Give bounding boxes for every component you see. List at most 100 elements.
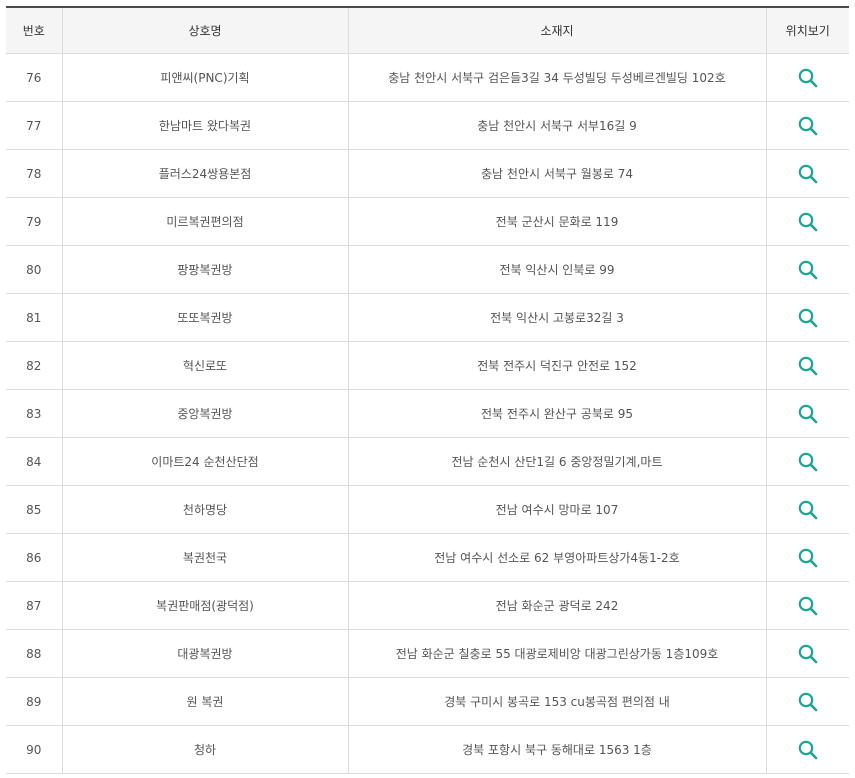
cell-no: 76 xyxy=(6,53,62,102)
cell-address: 충남 천안시 서북구 검은들3길 34 두성빌딩 두성베르겐빌딩 102호 xyxy=(347,53,766,102)
view-location-button[interactable] xyxy=(797,643,819,665)
cell-no: 83 xyxy=(6,389,62,438)
table-row: 76 피앤씨(PNC)기획 충남 천안시 서북구 검은들3길 34 두성빌딩 두성베… xyxy=(6,53,849,102)
search-icon[interactable] xyxy=(797,739,819,761)
cell-no: 78 xyxy=(6,149,62,198)
table-row: 78 플러스24쌍용본점 충남 천안시 서북구 월봉로 74 xyxy=(6,149,849,198)
cell-map xyxy=(765,149,849,198)
store-list-table: 번호 상호명 소재지 위치보기 76 피앤씨(PNC)기획 충남 천안시 서북구 검… xyxy=(6,6,849,774)
view-location-button[interactable] xyxy=(797,355,819,377)
cell-address: 전남 화순군 칠충로 55 대광로제비앙 대광그린상가동 1층109호 xyxy=(347,629,766,678)
table-row: 85 천하명당 전남 여수시 망마로 107 xyxy=(6,485,849,534)
table-row: 89 원 복권 경북 구미시 봉곡로 153 cu봉곡점 편의점 내 xyxy=(6,677,849,726)
search-icon[interactable] xyxy=(797,451,819,473)
search-icon[interactable] xyxy=(797,307,819,329)
table-row: 80 팡팡복권방 전북 익산시 인북로 99 xyxy=(6,245,849,294)
view-location-button[interactable] xyxy=(797,691,819,713)
header-name: 상호명 xyxy=(61,7,348,54)
cell-map xyxy=(765,53,849,102)
cell-no: 82 xyxy=(6,341,62,390)
table-row: 86 복권천국 전남 여수시 선소로 62 부영아파트상가4동1-2호 xyxy=(6,533,849,582)
table-row: 84 이마트24 순천산단점 전남 순천시 산단1길 6 중앙정밀기계,마트 xyxy=(6,437,849,486)
cell-store-name: 복권천국 xyxy=(61,533,348,582)
cell-map xyxy=(765,293,849,342)
cell-map xyxy=(765,725,849,774)
cell-store-name: 중앙복권방 xyxy=(61,389,348,438)
search-icon[interactable] xyxy=(797,355,819,377)
view-location-button[interactable] xyxy=(797,163,819,185)
search-icon[interactable] xyxy=(797,163,819,185)
search-icon[interactable] xyxy=(797,211,819,233)
table-header: 번호 상호명 소재지 위치보기 xyxy=(6,7,849,54)
cell-store-name: 또또복권방 xyxy=(61,293,348,342)
cell-store-name: 팡팡복권방 xyxy=(61,245,348,294)
cell-no: 79 xyxy=(6,197,62,246)
cell-store-name: 피앤씨(PNC)기획 xyxy=(61,53,348,102)
search-icon[interactable] xyxy=(797,115,819,137)
cell-map xyxy=(765,245,849,294)
search-icon[interactable] xyxy=(797,643,819,665)
view-location-button[interactable] xyxy=(797,499,819,521)
table-row: 83 중앙복권방 전북 전주시 완산구 공북로 95 xyxy=(6,389,849,438)
header-map: 위치보기 xyxy=(765,7,849,54)
header-address: 소재지 xyxy=(347,7,766,54)
cell-address: 전북 익산시 인북로 99 xyxy=(347,245,766,294)
view-location-button[interactable] xyxy=(797,259,819,281)
cell-map xyxy=(765,533,849,582)
view-location-button[interactable] xyxy=(797,67,819,89)
search-icon[interactable] xyxy=(797,595,819,617)
cell-map xyxy=(765,389,849,438)
table-row: 79 미르복권편의점 전북 군산시 문화로 119 xyxy=(6,197,849,246)
cell-no: 87 xyxy=(6,581,62,630)
cell-map xyxy=(765,581,849,630)
view-location-button[interactable] xyxy=(797,595,819,617)
search-icon[interactable] xyxy=(797,499,819,521)
view-location-button[interactable] xyxy=(797,403,819,425)
header-row: 번호 상호명 소재지 위치보기 xyxy=(6,7,849,54)
cell-address: 전북 전주시 덕진구 안전로 152 xyxy=(347,341,766,390)
search-icon[interactable] xyxy=(797,691,819,713)
cell-store-name: 이마트24 순천산단점 xyxy=(61,437,348,486)
view-location-button[interactable] xyxy=(797,211,819,233)
cell-store-name: 한남마트 왔다복권 xyxy=(61,101,348,150)
cell-no: 89 xyxy=(6,677,62,726)
table-row: 87 복권판매점(광덕점) 전남 화순군 광덕로 242 xyxy=(6,581,849,630)
view-location-button[interactable] xyxy=(797,115,819,137)
search-icon[interactable] xyxy=(797,403,819,425)
view-location-button[interactable] xyxy=(797,451,819,473)
cell-no: 80 xyxy=(6,245,62,294)
search-icon[interactable] xyxy=(797,547,819,569)
table-row: 90 청하 경북 포항시 북구 동해대로 1563 1층 xyxy=(6,725,849,774)
cell-address: 경북 구미시 봉곡로 153 cu봉곡점 편의점 내 xyxy=(347,677,766,726)
header-no: 번호 xyxy=(6,7,62,54)
cell-address: 전남 여수시 선소로 62 부영아파트상가4동1-2호 xyxy=(347,533,766,582)
cell-map xyxy=(765,101,849,150)
table-row: 81 또또복권방 전북 익산시 고봉로32길 3 xyxy=(6,293,849,342)
cell-store-name: 복권판매점(광덕점) xyxy=(61,581,348,630)
cell-map xyxy=(765,437,849,486)
cell-no: 88 xyxy=(6,629,62,678)
cell-store-name: 천하명당 xyxy=(61,485,348,534)
view-location-button[interactable] xyxy=(797,547,819,569)
cell-map xyxy=(765,341,849,390)
search-icon[interactable] xyxy=(797,67,819,89)
cell-store-name: 미르복권편의점 xyxy=(61,197,348,246)
cell-address: 경북 포항시 북구 동해대로 1563 1층 xyxy=(347,725,766,774)
cell-no: 85 xyxy=(6,485,62,534)
cell-store-name: 플러스24쌍용본점 xyxy=(61,149,348,198)
cell-store-name: 혁신로또 xyxy=(61,341,348,390)
search-icon[interactable] xyxy=(797,259,819,281)
cell-store-name: 원 복권 xyxy=(61,677,348,726)
cell-no: 90 xyxy=(6,725,62,774)
cell-address: 전남 순천시 산단1길 6 중앙정밀기계,마트 xyxy=(347,437,766,486)
view-location-button[interactable] xyxy=(797,307,819,329)
view-location-button[interactable] xyxy=(797,739,819,761)
cell-map xyxy=(765,485,849,534)
table-body: 76 피앤씨(PNC)기획 충남 천안시 서북구 검은들3길 34 두성빌딩 두성베… xyxy=(6,53,849,774)
cell-map xyxy=(765,197,849,246)
cell-store-name: 청하 xyxy=(61,725,348,774)
cell-no: 81 xyxy=(6,293,62,342)
cell-address: 충남 천안시 서북구 월봉로 74 xyxy=(347,149,766,198)
table-row: 82 혁신로또 전북 전주시 덕진구 안전로 152 xyxy=(6,341,849,390)
cell-address: 전북 익산시 고봉로32길 3 xyxy=(347,293,766,342)
